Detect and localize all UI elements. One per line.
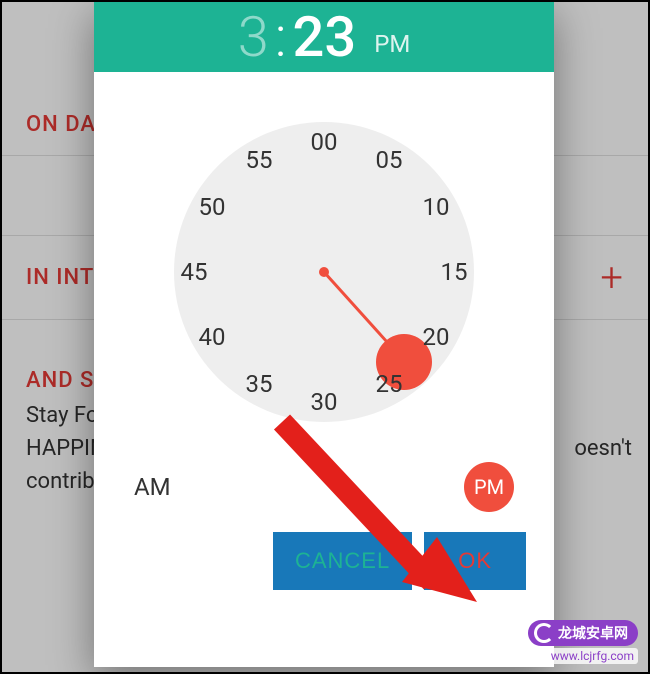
time-display-header: 3 : 23 PM [94, 2, 554, 72]
tick-10[interactable]: 10 [423, 193, 450, 221]
tick-15[interactable]: 15 [441, 258, 468, 286]
tick-40[interactable]: 40 [199, 323, 226, 351]
minute-value[interactable]: 23 [293, 4, 357, 70]
ok-button[interactable]: OK [424, 532, 526, 590]
period-label: PM [374, 30, 410, 58]
watermark-badge: 龙城安卓网 [528, 620, 638, 646]
watermark: 龙城安卓网 www.lcjrfg.com [528, 620, 638, 664]
tick-45[interactable]: 45 [181, 258, 208, 286]
watermark-url: www.lcjrfg.com [547, 648, 638, 664]
clock-center-dot [319, 267, 329, 277]
plus-icon: + [600, 254, 624, 301]
tick-35[interactable]: 35 [246, 370, 273, 398]
tick-25[interactable]: 25 [376, 370, 403, 398]
clock-face[interactable]: 00 05 10 15 20 25 30 35 40 45 50 55 [174, 122, 474, 422]
hour-value[interactable]: 3 [238, 4, 269, 70]
clock-face-container: 00 05 10 15 20 25 30 35 40 45 50 55 [94, 72, 554, 472]
time-picker-dialog: 3 : 23 PM 00 05 10 15 20 25 30 35 40 45 … [94, 2, 554, 667]
tick-55[interactable]: 55 [246, 146, 273, 174]
tick-00[interactable]: 00 [311, 128, 338, 156]
cancel-button[interactable]: CANCEL [273, 532, 412, 590]
am-label[interactable]: AM [134, 473, 171, 501]
time-colon: : [275, 4, 287, 70]
tick-20[interactable]: 20 [423, 323, 450, 351]
tick-05[interactable]: 05 [376, 146, 403, 174]
dialog-buttons: CANCEL OK [94, 512, 554, 590]
tick-30[interactable]: 30 [311, 388, 338, 416]
tick-50[interactable]: 50 [199, 193, 226, 221]
watermark-logo-icon [534, 623, 554, 643]
